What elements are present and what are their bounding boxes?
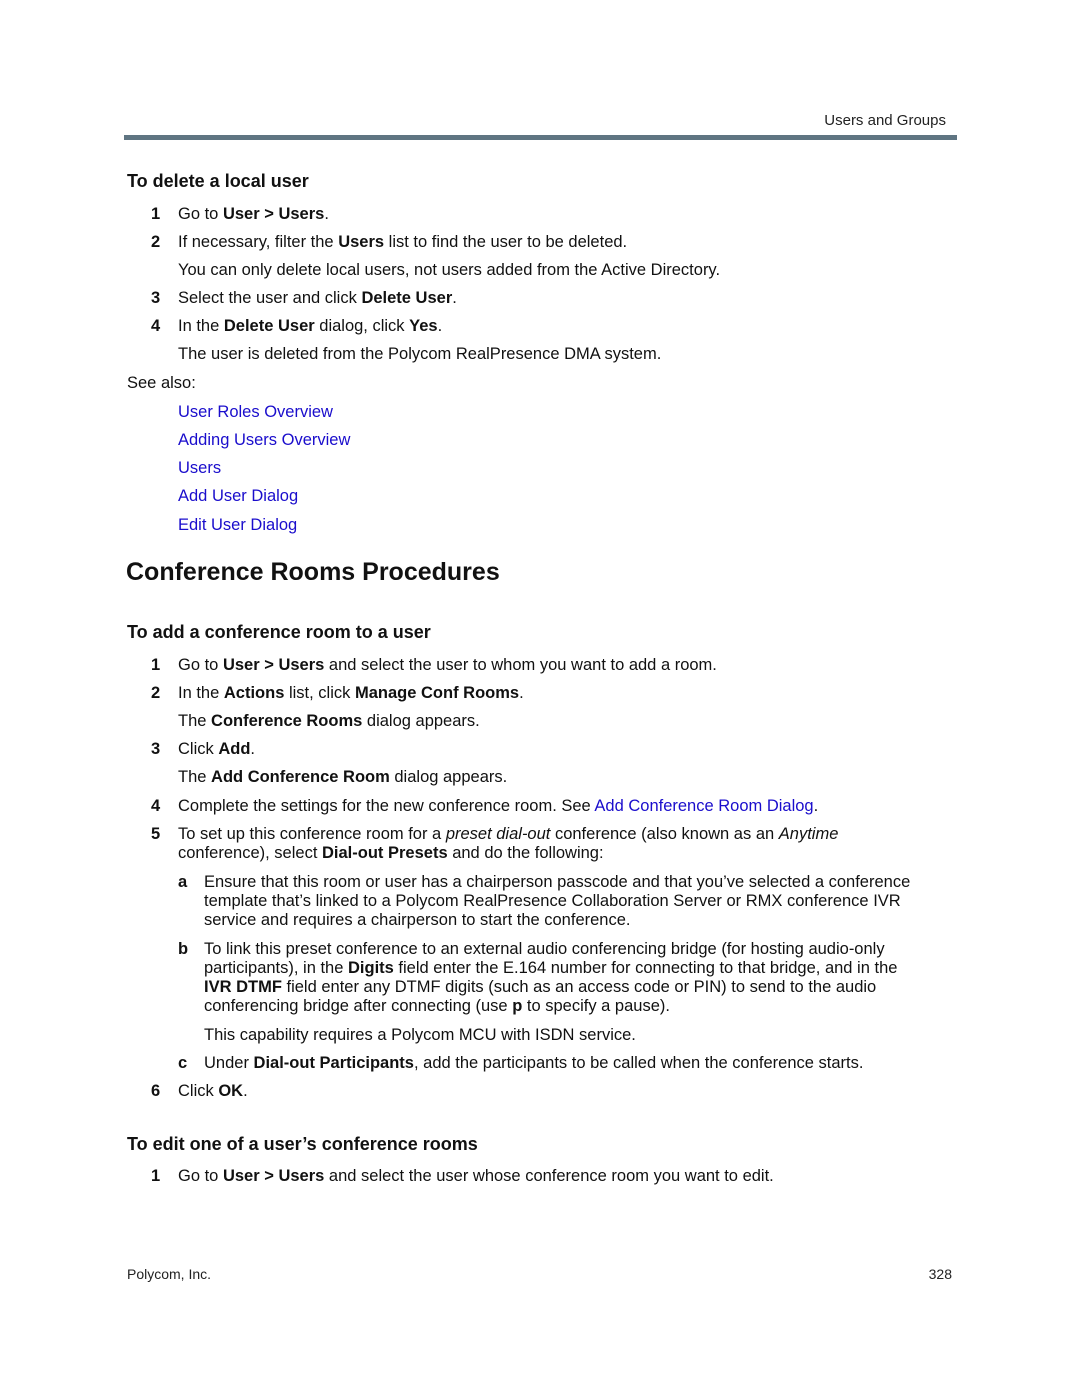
footer-company: Polycom, Inc. <box>127 1266 212 1282</box>
link-add-conference-room-dialog[interactable]: Add Conference Room Dialog <box>594 797 813 815</box>
step-text: To set up this conference room for a pre… <box>178 825 839 843</box>
page-number: 328 <box>928 1266 952 1282</box>
substep-letter: c <box>178 1054 188 1072</box>
step-text: Click Add. <box>178 740 256 758</box>
substep-letter: a <box>178 873 188 891</box>
step-number: 2 <box>151 233 161 251</box>
substep-text: participants), in the Digits field enter… <box>204 959 898 977</box>
heading-delete-local-user: To delete a local user <box>127 171 309 191</box>
step-number: 6 <box>151 1082 161 1100</box>
step-number: 1 <box>151 1167 161 1185</box>
link-adding-users-overview[interactable]: Adding Users Overview <box>178 431 350 449</box>
heading-edit-conference-room: To edit one of a user’s conference rooms <box>127 1134 478 1154</box>
step-text: Go to User > Users and select the user w… <box>178 1167 774 1185</box>
substep-note: This capability requires a Polycom MCU w… <box>204 1026 636 1044</box>
step-note: The Add Conference Room dialog appears. <box>178 768 508 786</box>
step-note: The user is deleted from the Polycom Rea… <box>178 345 662 363</box>
link-users[interactable]: Users <box>178 459 221 477</box>
substep-text: conferencing bridge after connecting (us… <box>204 997 670 1015</box>
step-number: 4 <box>151 317 161 335</box>
substep-text: template that’s linked to a Polycom Real… <box>204 892 901 910</box>
see-also-label: See also: <box>127 374 196 392</box>
step-text: Go to User > Users and select the user t… <box>178 656 717 674</box>
step-number: 4 <box>151 797 161 815</box>
step-text: Go to User > Users. <box>178 205 329 223</box>
step-text-continued: conference), select Dial-out Presets and… <box>178 844 604 862</box>
step-text: In the Delete User dialog, click Yes. <box>178 317 443 335</box>
step-note: The Conference Rooms dialog appears. <box>178 712 480 730</box>
header-divider <box>124 135 957 140</box>
link-add-user-dialog[interactable]: Add User Dialog <box>178 487 298 505</box>
step-text: Click OK. <box>178 1082 248 1100</box>
substep-letter: b <box>178 940 189 958</box>
substep-text: To link this preset conference to an ext… <box>204 940 885 958</box>
step-text: Select the user and click Delete User. <box>178 289 457 307</box>
step-number: 1 <box>151 205 161 223</box>
step-number: 3 <box>151 740 161 758</box>
heading-add-conference-room: To add a conference room to a user <box>127 622 431 642</box>
section-heading-conference-rooms: Conference Rooms Procedures <box>126 558 500 586</box>
link-user-roles-overview[interactable]: User Roles Overview <box>178 403 333 421</box>
step-note: You can only delete local users, not use… <box>178 261 721 279</box>
step-number: 3 <box>151 289 161 307</box>
substep-text: Under Dial-out Participants, add the par… <box>204 1054 864 1072</box>
step-number: 1 <box>151 656 161 674</box>
step-text: If necessary, filter the Users list to f… <box>178 233 628 251</box>
step-number: 5 <box>151 825 161 843</box>
link-edit-user-dialog[interactable]: Edit User Dialog <box>178 516 297 534</box>
section-title: Users and Groups <box>824 112 946 129</box>
substep-text: service and requires a chairperson to st… <box>204 911 631 929</box>
step-number: 2 <box>151 684 161 702</box>
substep-text: IVR DTMF field enter any DTMF digits (su… <box>204 978 877 996</box>
step-text: In the Actions list, click Manage Conf R… <box>178 684 524 702</box>
step-text: Complete the settings for the new confer… <box>178 797 819 815</box>
substep-text: Ensure that this room or user has a chai… <box>204 873 911 891</box>
